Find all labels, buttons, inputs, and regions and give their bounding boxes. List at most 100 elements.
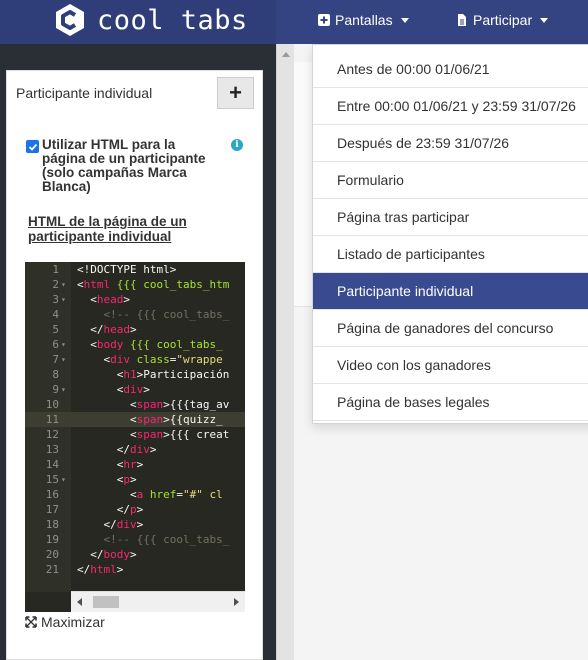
checkmark-icon [28,143,37,151]
code-text: </div> [77,518,144,531]
line-number: 5 [52,323,59,336]
code-text: <p> [77,473,137,486]
code-text: </div> [77,443,157,456]
code-line[interactable]: 1 <!DOCTYPE html> [25,262,245,277]
code-line[interactable]: 7 ▾ <div class="wrappe [25,352,245,367]
code-text: </head> [77,323,137,336]
dropdown-item[interactable]: Página de ganadores del concurso [313,310,588,347]
code-line[interactable]: 18 </div> [25,517,245,532]
code-text: <hr> [77,458,144,471]
dropdown-item[interactable]: Formulario [313,162,588,199]
fold-arrow-icon[interactable]: ▾ [61,472,66,487]
code-line[interactable]: 12 <span>{{{ creat [25,427,245,442]
code-text: <!DOCTYPE html> [77,263,177,276]
code-line[interactable]: 17 </p> [25,502,245,517]
dropdown-item[interactable]: Participante individual [313,273,588,310]
dropdown-item[interactable]: Después de 23:59 31/07/26 [313,125,588,162]
use-html-checkbox-row[interactable]: Utilizar HTML para la página de un parti… [26,138,222,194]
participant-panel: Participante individual + Utilizar HTML … [6,70,263,660]
nav-pantallas[interactable]: Pantallas [318,0,409,40]
logo-hexagon-icon [56,4,84,36]
line-number: 9 [52,383,59,396]
use-html-checkbox-label: Utilizar HTML para la página de un parti… [42,137,206,194]
dropdown-item[interactable]: Video con los ganadores [313,347,588,384]
maximize-button[interactable]: Maximizar [25,614,105,630]
scroll-left-icon[interactable] [77,598,82,606]
code-line[interactable]: 19 <!-- {{{ cool_tabs_ [25,532,245,547]
line-number: 12 [45,428,59,441]
line-number: 4 [52,308,59,321]
code-line[interactable]: 21 </html> [25,562,245,577]
code-line[interactable]: 3 ▾ <head> [25,292,245,307]
code-text: </body> [77,548,137,561]
code-line[interactable]: 4 <!-- {{{ cool_tabs_ [25,307,245,322]
line-number: 14 [45,458,59,471]
code-text: <!-- {{{ cool_tabs_ [77,533,230,546]
line-number: 3 [52,293,59,306]
use-html-checkbox[interactable] [26,140,39,153]
dropdown-item[interactable]: Entre 00:00 01/06/21 y 23:59 31/07/26 [313,88,588,125]
code-line[interactable]: 8 <h1>Participación [25,367,245,382]
horizontal-scrollbar[interactable] [71,591,245,612]
code-text: <head> [77,293,130,306]
dropdown-item[interactable]: Página tras participar [313,199,588,236]
code-line[interactable]: 13 </div> [25,442,245,457]
code-line[interactable]: 2 ▾ <html {{{ cool_tabs_htm [25,277,245,292]
line-number: 21 [45,563,59,576]
dropdown-item[interactable]: Página de bases legales [313,384,588,421]
code-line[interactable]: 10 <span>{{{tag_av [25,397,245,412]
line-number: 20 [45,548,59,561]
line-number: 7 [52,353,59,366]
info-icon[interactable]: i [231,139,243,151]
line-number: 8 [52,368,59,381]
pantallas-dropdown-menu: Antes de 00:00 01/06/21 Entre 00:00 01/06… [312,44,588,424]
code-line[interactable]: 9 ▾ <div> [25,382,245,397]
dropdown-item[interactable]: Listado de participantes [313,236,588,273]
code-text: <span>{{{ creat [77,428,230,441]
code-text: <body {{{ cool_tabs_ [77,338,223,351]
line-number: 19 [45,533,59,546]
scroll-up-icon[interactable] [282,52,290,57]
file-icon [458,14,466,26]
chevron-down-icon [540,17,549,23]
line-number: 1 [52,263,59,276]
code-line[interactable]: 16 <a href="#" cl [25,487,245,502]
code-text: <h1>Participación [77,368,230,381]
fold-arrow-icon[interactable]: ▾ [61,382,66,397]
code-text: </p> [77,503,144,516]
nav-pantallas-label: Pantallas [335,12,393,28]
code-text: <div class="wrappe [77,353,223,366]
code-text: <html {{{ cool_tabs_htm [77,278,230,291]
logo[interactable]: cool tabs [53,3,248,37]
code-editor[interactable]: 1 <!DOCTYPE html> 2 ▾ <html {{{ cool_tabs_ht… [25,262,245,612]
line-number: 16 [45,488,59,501]
code-line[interactable]: 14 <hr> [25,457,245,472]
scrollbar-thumb[interactable] [93,596,119,608]
dropdown-item[interactable]: Antes de 00:00 01/06/21 [313,51,588,88]
logo-text: cool tabs [97,4,248,36]
code-text: </html> [77,563,124,576]
fold-arrow-icon[interactable]: ▾ [61,337,66,352]
fold-arrow-icon[interactable]: ▾ [61,277,66,292]
code-text: <div> [77,383,150,396]
code-line[interactable]: 20 </body> [25,547,245,562]
chevron-down-icon [400,17,409,23]
add-button[interactable]: + [217,77,254,109]
scroll-right-icon[interactable] [234,598,239,606]
code-text: <a href="#" cl [77,488,223,501]
fold-arrow-icon[interactable]: ▾ [61,292,66,307]
code-text: <span>{{quizz_ [77,413,223,426]
fold-arrow-icon[interactable]: ▾ [61,352,66,367]
panel-title: Participante individual [16,85,153,101]
code-line[interactable]: 6 ▾ <body {{{ cool_tabs_ [25,337,245,352]
vertical-scrollbar[interactable] [276,44,294,660]
line-number: 10 [45,398,59,411]
code-line[interactable]: 15 ▾ <p> [25,472,245,487]
nav-participar[interactable]: Participar [456,0,549,40]
line-number: 11 [45,413,59,426]
code-line[interactable]: 11 <span>{{quizz_ [25,412,245,427]
code-line[interactable]: 5 </head> [25,322,245,337]
html-page-heading-link[interactable]: HTML de la página de un participante ind… [28,214,228,244]
expand-icon [25,616,37,628]
line-number: 15 [45,473,59,486]
